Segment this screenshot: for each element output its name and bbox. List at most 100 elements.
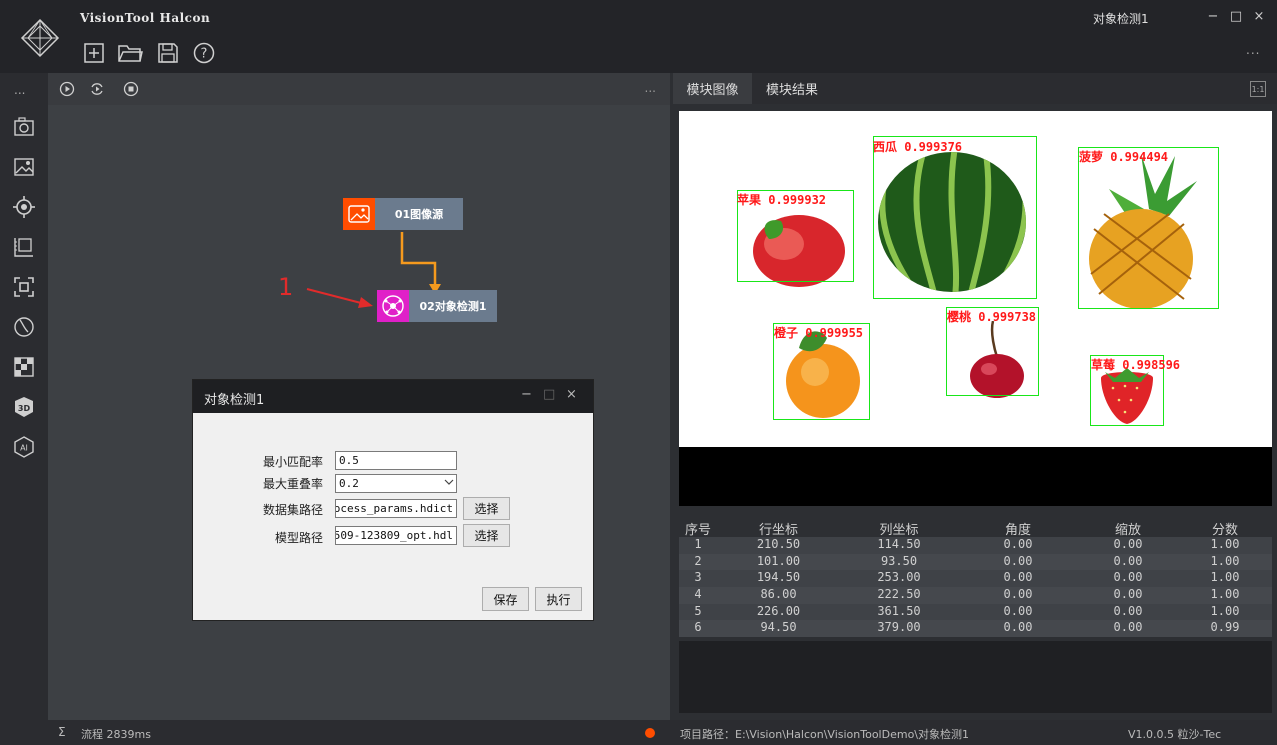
svg-text:3D: 3D <box>18 404 31 413</box>
more-menu-button[interactable]: ... <box>1246 43 1260 57</box>
table-cell: 114.50 <box>877 537 921 551</box>
save-button[interactable]: 保存 <box>482 587 529 611</box>
sigma-icon: Σ <box>58 725 66 739</box>
table-cell: 1.00 <box>1210 570 1240 585</box>
table-body: 1 210.50 114.50 0.00 0.00 1.00 2 101.00 93.50 0.0… <box>679 537 1272 638</box>
flow-time: 流程 2839ms <box>81 728 151 741</box>
table-cell: 0.00 <box>1003 570 1033 585</box>
result-tabs: 模块图像 模块结果 1:1 <box>673 73 1277 104</box>
maximize-button[interactable]: □ <box>1228 9 1244 24</box>
column-header: 列坐标 <box>879 523 919 538</box>
run-icon[interactable] <box>59 81 75 97</box>
flow-node-label: 01图像源 <box>375 198 463 230</box>
tab-module-image[interactable]: 模块图像 <box>673 73 752 104</box>
table-row[interactable]: 1 210.50 114.50 0.00 0.00 1.00 <box>679 537 1272 554</box>
table-header: 序号 行坐标 列坐标 角度 缩放 分数 <box>679 519 1272 538</box>
gauge-icon[interactable] <box>13 316 35 338</box>
table-cell: 4 <box>694 587 702 602</box>
max-overlap-label: 最大重叠率 <box>262 477 323 491</box>
image-viewer[interactable]: 苹果 0.999932 西瓜 0.999376 菠萝 0.994494 橙子 0… <box>679 111 1272 506</box>
dialog-title-bar: 对象检测1 − □ × <box>193 380 593 413</box>
table-cell: 3 <box>694 570 702 585</box>
title-bar: VisionTool Halcon ? 对象检测1 − □ × ... <box>0 0 1277 73</box>
table-cell: 0.00 <box>1003 537 1033 551</box>
dialog-maximize-button[interactable]: □ <box>543 387 555 402</box>
help-icon[interactable]: ? <box>193 42 215 64</box>
3d-icon[interactable]: 3D <box>13 396 35 418</box>
max-overlap-select[interactable]: 0.2 <box>335 474 457 493</box>
flow-node-object-detection[interactable]: 02对象检测1 <box>377 290 497 322</box>
table-cell: 0.00 <box>1113 603 1143 618</box>
table-cell: 0.00 <box>1113 537 1143 551</box>
project-name: 对象检测1 <box>1093 12 1149 26</box>
stop-icon[interactable] <box>123 81 139 97</box>
open-folder-icon[interactable] <box>117 42 143 64</box>
table-cell: 1.00 <box>1210 537 1240 551</box>
table-cell: 0.00 <box>1113 570 1143 585</box>
ai-icon[interactable]: AI <box>13 436 35 458</box>
table-row[interactable]: 6 94.50 379.00 0.00 0.00 0.99 <box>679 620 1272 638</box>
table-cell: 0.00 <box>1113 587 1143 602</box>
left-toolbar: ... 3D AI <box>0 73 48 745</box>
dataset-path-label: 数据集路径 <box>262 503 323 517</box>
new-icon[interactable] <box>83 42 105 64</box>
table-empty-area <box>679 641 1272 713</box>
table-cell: 0.00 <box>1003 603 1033 618</box>
dataset-path-input[interactable]: process_params.hdict <box>335 499 457 518</box>
fit-1to1-button[interactable]: 1:1 <box>1250 81 1266 97</box>
target-icon[interactable] <box>13 196 35 218</box>
table-cell: 0.00 <box>1113 553 1143 568</box>
result-table: 序号 行坐标 列坐标 角度 缩放 分数 1 210.50 114.50 0.00 0.0… <box>679 519 1272 641</box>
image-icon[interactable] <box>13 156 35 178</box>
table-cell: 361.50 <box>877 603 921 618</box>
chevron-down-icon[interactable] <box>444 477 454 487</box>
table-cell: 1.00 <box>1210 603 1240 618</box>
column-header: 序号 <box>684 523 711 538</box>
table-cell: 1 <box>694 537 702 551</box>
column-header: 缩放 <box>1114 523 1141 538</box>
table-row[interactable]: 2 101.00 93.50 0.00 0.00 1.00 <box>679 553 1272 571</box>
focus-icon[interactable] <box>13 276 35 298</box>
detection-label-orange: 橙子 0.999955 <box>774 326 864 340</box>
detection-label-strawberry: 草莓 0.998596 <box>1091 358 1181 372</box>
table-cell: 1.00 <box>1210 587 1240 602</box>
run-button[interactable]: 执行 <box>535 587 582 611</box>
annotation-arrow-1 <box>306 288 373 308</box>
measure-icon[interactable] <box>13 236 35 258</box>
model-browse-button[interactable]: 选择 <box>463 524 510 547</box>
table-cell: 0.00 <box>1113 620 1143 635</box>
dialog-title: 对象检测1 <box>204 393 265 408</box>
table-row[interactable]: 5 226.00 361.50 0.00 0.00 1.00 <box>679 603 1272 621</box>
close-button[interactable]: × <box>1251 9 1267 24</box>
model-path-input[interactable]: 20230509-123809_opt.hdl <box>335 526 457 545</box>
tab-module-result[interactable]: 模块结果 <box>752 73 832 104</box>
dialog-close-button[interactable]: × <box>566 387 577 402</box>
table-cell: 253.00 <box>877 570 921 585</box>
table-cell: 0.00 <box>1003 553 1033 568</box>
detection-box-pineapple <box>1078 147 1219 309</box>
table-cell: 101.00 <box>756 553 801 568</box>
min-match-input[interactable]: 0.5 <box>335 451 457 470</box>
dialog-minimize-button[interactable]: − <box>521 387 532 402</box>
fruit-image: 苹果 0.999932 西瓜 0.999376 菠萝 0.994494 橙子 0… <box>679 111 1272 447</box>
table-cell: 0.00 <box>1003 587 1033 602</box>
column-header: 分数 <box>1211 523 1238 538</box>
run-loop-icon[interactable] <box>89 81 105 97</box>
minimize-button[interactable]: − <box>1205 9 1221 24</box>
calibration-icon[interactable] <box>13 356 35 378</box>
table-row[interactable]: 3 194.50 253.00 0.00 0.00 1.00 <box>679 570 1272 588</box>
dataset-browse-button[interactable]: 选择 <box>463 497 510 520</box>
object-detection-icon <box>377 290 409 322</box>
flow-more-button[interactable]: ... <box>645 81 656 95</box>
detection-box-watermelon <box>873 136 1037 299</box>
flow-node-label: 02对象检测1 <box>409 290 497 322</box>
left-toolbar-more[interactable]: ... <box>14 83 25 97</box>
status-indicator <box>645 728 655 738</box>
table-row[interactable]: 4 86.00 222.50 0.00 0.00 1.00 <box>679 587 1272 604</box>
save-icon[interactable] <box>157 42 179 64</box>
camera-icon[interactable] <box>13 116 35 138</box>
model-path-label: 模型路径 <box>274 531 323 545</box>
app-window: VisionTool Halcon ? 对象检测1 − □ × ... ... <box>0 0 1277 745</box>
app-logo-icon <box>20 18 60 58</box>
flow-node-image-source[interactable]: 01图像源 <box>343 198 463 230</box>
